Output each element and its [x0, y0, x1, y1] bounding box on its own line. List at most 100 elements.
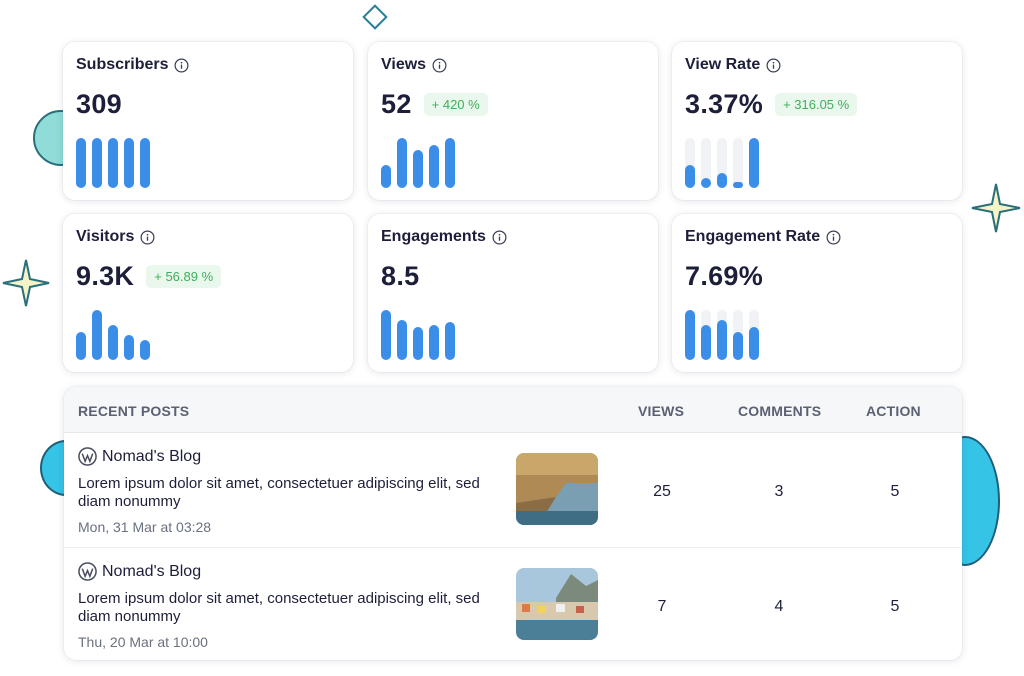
card-title: Visitors: [76, 228, 155, 246]
wordpress-icon: [78, 562, 97, 581]
metric-card-engagements[interactable]: Engagements 8.5: [368, 214, 658, 372]
bar: [749, 138, 759, 188]
bar: [445, 322, 455, 360]
bar: [76, 138, 86, 188]
sparkle-icon: [971, 183, 1021, 233]
bar: [413, 327, 423, 360]
info-icon[interactable]: [826, 230, 841, 245]
metric-card-view-rate[interactable]: View Rate 3.37% + 316.05 %: [672, 42, 962, 200]
post-thumbnail[interactable]: [516, 453, 598, 525]
blog-name: Nomad's Blog: [102, 447, 202, 465]
bar: [413, 150, 423, 188]
metric-row: 8.5: [381, 261, 419, 292]
metric-value: 9.3K: [76, 261, 135, 291]
mini-bar-chart: [685, 138, 795, 188]
metric-row: 3.37% + 316.05 %: [685, 89, 858, 120]
views-count: 25: [653, 483, 671, 500]
card-title: Views: [381, 56, 447, 74]
blog-source: Nomad's Blog: [78, 562, 201, 581]
post-date: Thu, 20 Mar at 10:00: [78, 634, 208, 650]
metric-value: 8.5: [381, 261, 420, 291]
blog-source: Nomad's Blog: [78, 447, 201, 466]
metric-value: 52: [381, 89, 412, 119]
metric-row: 52 + 420 %: [381, 89, 488, 120]
metric-card-subscribers[interactable]: Subscribers 309: [63, 42, 353, 200]
bar: [397, 320, 407, 360]
card-title: Engagement Rate: [685, 228, 841, 246]
bar: [749, 327, 759, 360]
bar: [717, 173, 727, 188]
recent-posts-table: RECENT POSTS VIEWS COMMENTS ACTION Nomad…: [64, 387, 962, 660]
card-title-text: View Rate: [685, 56, 761, 73]
bar-track: [733, 138, 743, 188]
change-badge: + 316.05 %: [775, 93, 858, 116]
sparkle-icon: [2, 259, 50, 307]
card-title: Subscribers: [76, 56, 189, 74]
comments-count: 3: [774, 483, 784, 500]
comments-count: 4: [774, 598, 784, 615]
info-icon[interactable]: [174, 58, 189, 73]
bar: [733, 182, 743, 188]
info-icon[interactable]: [492, 230, 507, 245]
metric-value: 3.37%: [685, 89, 764, 119]
table-row[interactable]: Nomad's Blog Lorem ipsum dolor sit amet,…: [64, 433, 962, 547]
bar: [381, 310, 391, 360]
bar: [733, 332, 743, 360]
post-excerpt[interactable]: Lorem ipsum dolor sit amet, consectetuer…: [78, 475, 498, 511]
info-icon[interactable]: [140, 230, 155, 245]
metric-card-engagement-rate[interactable]: Engagement Rate 7.69%: [672, 214, 962, 372]
bar: [701, 178, 711, 188]
bar: [92, 138, 102, 188]
bar: [397, 138, 407, 188]
bar: [140, 340, 150, 360]
mini-bar-chart: [685, 310, 795, 360]
card-title-text: Engagements: [381, 228, 486, 245]
header-action[interactable]: ACTION: [866, 403, 921, 419]
info-icon[interactable]: [766, 58, 781, 73]
header-comments[interactable]: COMMENTS: [738, 403, 821, 419]
wordpress-icon: [78, 447, 97, 466]
mini-bar-chart: [76, 138, 186, 188]
card-title: View Rate: [685, 56, 781, 74]
bar: [381, 165, 391, 188]
bar: [140, 138, 150, 188]
post-thumbnail[interactable]: [516, 568, 598, 640]
header-recent-posts: RECENT POSTS: [78, 403, 190, 419]
bar: [701, 325, 711, 360]
bar: [429, 145, 439, 188]
post-date: Mon, 31 Mar at 03:28: [78, 519, 212, 535]
info-icon[interactable]: [432, 58, 447, 73]
bar: [685, 310, 695, 360]
metric-value: 7.69%: [685, 261, 764, 291]
bar: [108, 325, 118, 360]
table-header: RECENT POSTS VIEWS COMMENTS ACTION: [64, 387, 962, 433]
card-title: Engagements: [381, 228, 507, 246]
table-row[interactable]: Nomad's Blog Lorem ipsum dolor sit amet,…: [64, 547, 962, 660]
bar: [108, 138, 118, 188]
bar: [124, 335, 134, 360]
card-title-text: Subscribers: [76, 56, 169, 73]
bar: [92, 310, 102, 360]
bar: [685, 165, 695, 188]
mini-bar-chart: [381, 138, 491, 188]
views-count: 7: [657, 598, 667, 615]
mini-bar-chart: [381, 310, 491, 360]
card-title-text: Visitors: [76, 228, 135, 245]
change-badge: + 420 %: [423, 93, 488, 116]
metric-card-visitors[interactable]: Visitors 9.3K + 56.89 %: [63, 214, 353, 372]
card-title-text: Views: [381, 56, 427, 73]
mini-bar-chart: [76, 310, 186, 360]
card-title-text: Engagement Rate: [685, 228, 821, 245]
metric-row: 9.3K + 56.89 %: [76, 261, 222, 292]
metric-row: 309: [76, 89, 122, 120]
header-views[interactable]: VIEWS: [638, 403, 684, 419]
action-count[interactable]: 5: [865, 483, 925, 501]
blog-name: Nomad's Blog: [102, 562, 202, 580]
bar: [429, 325, 439, 360]
post-excerpt[interactable]: Lorem ipsum dolor sit amet, consectetuer…: [78, 590, 498, 626]
metric-card-views[interactable]: Views 52 + 420 %: [368, 42, 658, 200]
metric-value: 309: [76, 89, 122, 119]
action-count[interactable]: 5: [865, 598, 925, 616]
bar: [124, 138, 134, 188]
bar: [76, 332, 86, 360]
